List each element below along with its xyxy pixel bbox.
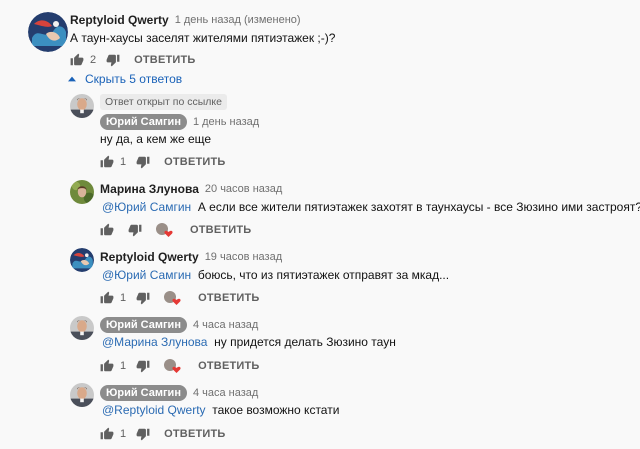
reply-text: такое возможно кстати — [212, 403, 340, 417]
like-count: 2 — [90, 54, 97, 66]
thumb-down-icon[interactable] — [106, 53, 120, 67]
reply-actions: 1 ОТВЕТИТЬ — [100, 290, 260, 306]
heart-icon — [164, 291, 181, 305]
reply-button[interactable]: ОТВЕТИТЬ — [198, 292, 259, 304]
reply-text: ну придется делать Зюзино таун — [214, 335, 396, 349]
avatar-image — [70, 94, 94, 118]
like-count: 1 — [120, 292, 127, 304]
thumb-up-icon[interactable] — [100, 291, 114, 305]
reply-actions: 1 ОТВЕТИТЬ — [100, 426, 226, 442]
reply-text: ну да, а кем же еще — [100, 132, 212, 146]
reply-button[interactable]: ОТВЕТИТЬ — [164, 428, 225, 440]
avatar-image — [70, 316, 94, 340]
mention-link[interactable]: @Марина Злунова — [102, 335, 207, 349]
comment-text: А таун-хаусы заселят жителями пятиэтажек… — [70, 31, 336, 45]
linked-reply-badge: Ответ открыт по ссылке — [100, 94, 227, 110]
reply-button[interactable]: ОТВЕТИТЬ — [190, 224, 251, 236]
like-count: 1 — [120, 156, 127, 168]
chevron-up-icon — [68, 76, 76, 82]
thumb-up-icon[interactable] — [100, 359, 114, 373]
avatar[interactable] — [70, 180, 94, 204]
reply-text: боюсь, что из пятиэтажек отправят за мка… — [197, 268, 450, 282]
avatar[interactable] — [70, 248, 94, 272]
thumb-down-icon[interactable] — [128, 223, 142, 237]
mention-link[interactable]: @Юрий Самгин — [102, 200, 191, 214]
reply-button[interactable]: ОТВЕТИТЬ — [164, 156, 225, 168]
thumb-up-icon[interactable] — [70, 53, 84, 67]
reply-time[interactable]: 20 часов назад — [205, 183, 282, 195]
reply-author[interactable]: Марина Злунова — [100, 182, 199, 196]
avatar[interactable] — [70, 94, 94, 118]
reply-time[interactable]: 4 часа назад — [193, 387, 258, 399]
replies-toggle-label: Скрыть 5 ответов — [85, 72, 183, 86]
avatar-image — [70, 180, 94, 204]
comment-time[interactable]: 1 день назад (изменено) — [175, 14, 301, 26]
avatar-image — [28, 12, 68, 52]
thumb-down-icon[interactable] — [136, 155, 150, 169]
reply-time[interactable]: 4 часа назад — [193, 319, 258, 331]
comment-actions: 2 ОТВЕТИТЬ — [70, 52, 196, 68]
avatar[interactable] — [28, 12, 68, 52]
thumb-down-icon[interactable] — [136, 427, 150, 441]
mention-link[interactable]: @Reptyloid Qwerty — [102, 403, 206, 417]
mention-link[interactable]: @Юрий Самгин — [102, 268, 191, 282]
reply-actions: ОТВЕТИТЬ — [100, 222, 251, 238]
reply-button[interactable]: ОТВЕТИТЬ — [198, 360, 259, 372]
thumb-down-icon[interactable] — [136, 291, 150, 305]
avatar-image — [70, 383, 94, 407]
reply-time[interactable]: 1 день назад — [193, 116, 259, 128]
thumb-up-icon[interactable] — [100, 427, 114, 441]
creator-heart — [156, 222, 174, 238]
thumb-up-icon[interactable] — [100, 223, 114, 237]
replies-toggle[interactable]: Скрыть 5 ответов — [68, 72, 182, 86]
reply-text: А если все жители пятиэтажек захотят в т… — [197, 200, 640, 214]
creator-heart — [164, 290, 182, 306]
reply-actions: 1 ОТВЕТИТЬ — [100, 358, 260, 374]
avatar[interactable] — [70, 383, 94, 407]
heart-icon — [164, 359, 181, 373]
reply-author[interactable]: Юрий Самгин — [100, 385, 187, 401]
reply-time[interactable]: 19 часов назад — [205, 251, 282, 263]
thumb-down-icon[interactable] — [136, 359, 150, 373]
like-count: 1 — [120, 360, 127, 372]
reply-button[interactable]: ОТВЕТИТЬ — [134, 54, 195, 66]
reply-actions: 1 ОТВЕТИТЬ — [100, 154, 226, 170]
comment-author[interactable]: Reptyloid Qwerty — [70, 13, 169, 27]
reply-author[interactable]: Юрий Самгин — [100, 317, 187, 333]
avatar[interactable] — [70, 316, 94, 340]
like-count: 1 — [120, 428, 127, 440]
avatar-image — [70, 248, 94, 272]
heart-icon — [156, 223, 173, 237]
reply-author[interactable]: Юрий Самгин — [100, 114, 187, 130]
thumb-up-icon[interactable] — [100, 155, 114, 169]
reply-author[interactable]: Reptyloid Qwerty — [100, 250, 199, 264]
creator-heart — [164, 358, 182, 374]
